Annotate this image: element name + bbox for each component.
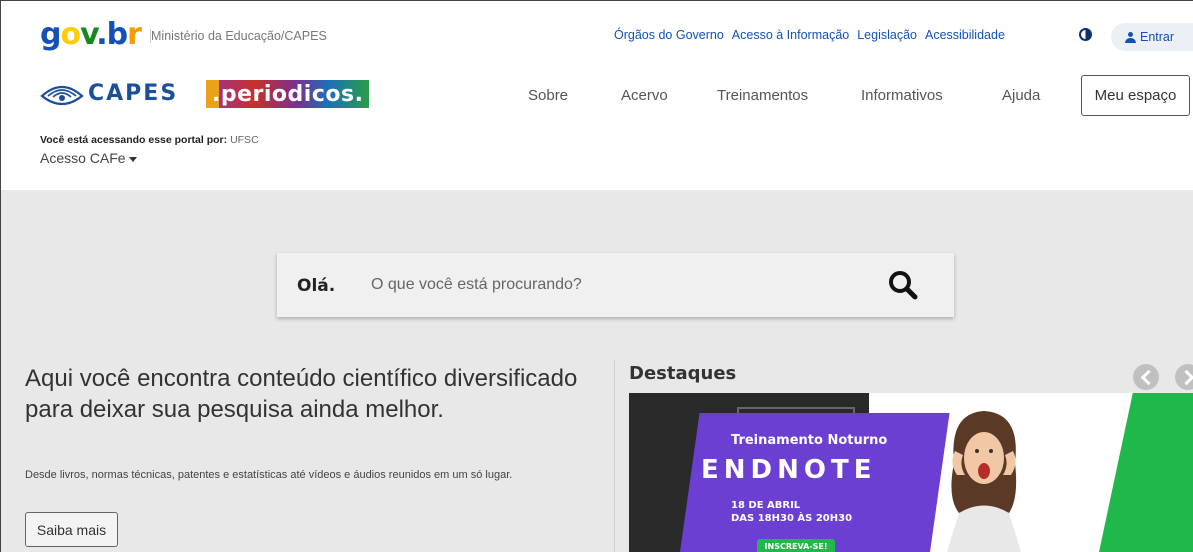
- banner-signup-button[interactable]: INSCREVA-SE!: [757, 539, 835, 552]
- banner-time-line: DAS 18H30 ÀS 20H30: [731, 513, 853, 524]
- cafe-dropdown[interactable]: Acesso CAFe: [40, 150, 137, 166]
- login-button[interactable]: Entrar: [1111, 23, 1193, 51]
- link-acessibilidade[interactable]: Acessibilidade: [925, 28, 1005, 42]
- govbr-logo-letter: o: [60, 17, 81, 52]
- column-divider: [614, 360, 615, 552]
- link-orgaos-governo[interactable]: Órgãos do Governo: [614, 28, 724, 42]
- govbr-logo-letter: b: [106, 17, 129, 52]
- caret-down-icon: [128, 156, 137, 162]
- link-acesso-informacao[interactable]: Acesso à Informação: [732, 28, 849, 42]
- nav-item-sobre[interactable]: Sobre: [528, 87, 568, 104]
- user-icon: [1125, 31, 1136, 43]
- capes-logo[interactable]: CAPES: [40, 81, 178, 106]
- govbr-logo-letter: g: [40, 17, 62, 52]
- hero-title: Aqui você encontra conteúdo científico d…: [25, 365, 578, 423]
- govbr-logo-letter: v: [80, 17, 97, 52]
- nav-item-acervo[interactable]: Acervo: [621, 87, 668, 104]
- contrast-icon[interactable]: [1079, 28, 1092, 41]
- meu-espaco-button[interactable]: Meu espaço: [1081, 75, 1190, 116]
- nav-item-treinamentos[interactable]: Treinamentos: [717, 87, 808, 104]
- govbr-logo[interactable]: gov.br: [40, 17, 142, 52]
- access-info: Você está acessando esse portal por: UFS…: [40, 134, 259, 146]
- access-institution: UFSC: [230, 134, 259, 146]
- ministry-label: Ministério da Educação/CAPES: [150, 29, 327, 43]
- nav-item-informativos[interactable]: Informativos: [861, 87, 943, 104]
- login-label: Entrar: [1140, 30, 1175, 44]
- gov-links: Órgãos do Governo Acesso à Informação Le…: [614, 28, 1005, 42]
- carousel-prev-icon[interactable]: [1133, 364, 1159, 390]
- periodicos-logo[interactable]: .periodicos.: [206, 80, 370, 108]
- search-icon[interactable]: [887, 269, 919, 301]
- highlights-title: Destaques: [629, 363, 737, 384]
- saiba-mais-button[interactable]: Saiba mais: [25, 512, 118, 547]
- capes-wordmark: CAPES: [88, 81, 179, 106]
- search-box: Olá.: [277, 253, 954, 317]
- govbr-logo-letter: r: [127, 17, 142, 52]
- link-legislacao[interactable]: Legislação: [857, 28, 917, 42]
- capes-eye-icon: [40, 85, 84, 105]
- banner-person-image: [947, 411, 1021, 552]
- govbr-logo-letter: .: [96, 17, 107, 52]
- search-greeting: Olá.: [297, 276, 336, 296]
- banner-date-line: 18 DE ABRIL: [731, 500, 801, 511]
- banner-green-panel: [1099, 393, 1193, 552]
- banner-date: 18 DE ABRIL DAS 18H30 ÀS 20H30: [731, 499, 852, 525]
- hero-description: Desde livros, normas técnicas, patentes …: [25, 469, 513, 481]
- govbr-bar: gov.br Ministério da Educação/CAPES Órgã…: [0, 0, 1193, 70]
- highlight-banner[interactable]: Treinamento Noturno ENDNOTE 18 DE ABRIL …: [629, 393, 1193, 552]
- banner-title: ENDNOTE: [701, 455, 877, 485]
- cafe-label: Acesso CAFe: [40, 150, 126, 166]
- search-input[interactable]: [371, 271, 851, 299]
- access-label: Você está acessando esse portal por:: [40, 134, 228, 146]
- nav-item-ajuda[interactable]: Ajuda: [1002, 87, 1040, 104]
- banner-kicker: Treinamento Noturno: [731, 433, 888, 448]
